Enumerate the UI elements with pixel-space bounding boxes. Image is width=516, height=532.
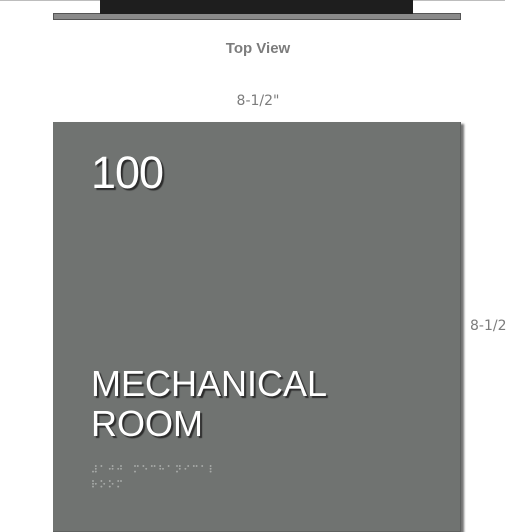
braille-dot bbox=[103, 482, 106, 485]
braille-dot bbox=[94, 482, 97, 485]
braille-dot bbox=[150, 465, 153, 467]
braille-dot bbox=[111, 482, 114, 485]
braille-dot bbox=[92, 470, 94, 473]
height-dimension: 8-1/2 bbox=[470, 318, 507, 334]
braille-dot bbox=[94, 465, 97, 467]
braille-dot bbox=[184, 467, 187, 470]
braille-dot bbox=[120, 480, 122, 482]
room-name-line-2: ROOM bbox=[91, 403, 203, 444]
braille-dot bbox=[100, 485, 103, 488]
braille-dot bbox=[134, 465, 136, 467]
braille-dot bbox=[192, 465, 195, 467]
top-view-drawing bbox=[0, 0, 516, 28]
room-number: 100 bbox=[91, 147, 164, 198]
braille-dot bbox=[178, 465, 181, 467]
braille-dot bbox=[159, 465, 162, 467]
braille-dot bbox=[108, 480, 111, 482]
braille-dot bbox=[176, 465, 178, 467]
braille-dot bbox=[120, 465, 122, 467]
braille-dot bbox=[176, 470, 178, 473]
room-name-line-1: MECHANICAL bbox=[91, 363, 328, 404]
braille-dot bbox=[108, 467, 111, 470]
braille-dot bbox=[159, 467, 162, 470]
braille-dot bbox=[100, 465, 103, 467]
room-name: MECHANICAL ROOM bbox=[91, 364, 327, 444]
braille-dot bbox=[111, 465, 114, 467]
braille-dot bbox=[117, 480, 120, 482]
width-dimension: 8-1/2" bbox=[236, 93, 280, 109]
braille-dot bbox=[145, 467, 148, 470]
top-view-caption: Top View bbox=[225, 40, 291, 57]
braille-dot bbox=[201, 465, 204, 467]
braille-dot bbox=[153, 465, 156, 467]
braille-dot bbox=[195, 465, 198, 467]
braille-dot bbox=[92, 482, 94, 485]
braille-dot bbox=[120, 467, 122, 470]
braille-dot bbox=[94, 467, 97, 470]
braille-dot bbox=[134, 470, 136, 473]
sign-edge-plate bbox=[100, 0, 413, 14]
braille-dot bbox=[187, 465, 190, 467]
braille-dot bbox=[209, 465, 212, 467]
braille-dot bbox=[117, 467, 120, 470]
braille-dot bbox=[209, 467, 212, 470]
braille-dot bbox=[92, 480, 94, 482]
sign-face: 100 MECHANICAL ROOM bbox=[53, 122, 461, 532]
braille-dot bbox=[111, 467, 114, 470]
braille-dot bbox=[92, 485, 94, 488]
braille-dot bbox=[117, 485, 120, 488]
braille-dot bbox=[94, 470, 97, 473]
braille-dot bbox=[209, 470, 212, 473]
braille-dot bbox=[178, 467, 181, 470]
braille-text bbox=[92, 465, 212, 488]
braille-dot bbox=[108, 485, 111, 488]
braille-dot bbox=[136, 465, 139, 467]
braille-dot bbox=[162, 467, 164, 470]
braille-dot bbox=[142, 465, 145, 467]
braille-dot bbox=[100, 480, 103, 482]
sign-edge-base bbox=[53, 13, 461, 20]
braille-dot bbox=[167, 465, 170, 467]
